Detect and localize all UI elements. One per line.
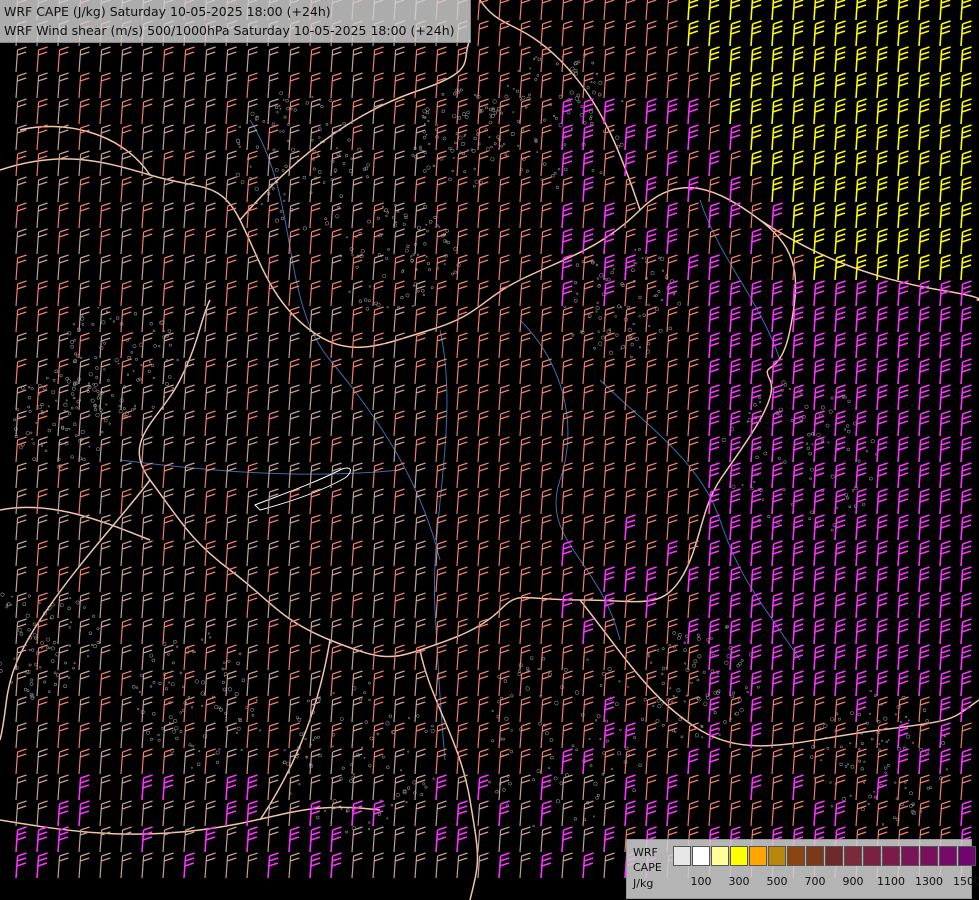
legend-tick-labels: 100 300 500 700 900 1100 1300 1500 [673, 875, 979, 889]
legend-tick-label: 300 [728, 875, 750, 888]
legend-swatch [901, 846, 919, 866]
legend-tick-label: 700 [804, 875, 826, 888]
legend-tick-label: 500 [766, 875, 788, 888]
legend-swatch [673, 846, 691, 866]
legend-swatch [825, 846, 843, 866]
legend-tick-label: 1300 [915, 875, 943, 888]
cape-title: WRF CAPE (J/kg) Saturday 10-05-2025 18:0… [4, 4, 331, 19]
cape-legend: WRF CAPE J/kg 100 300 500 700 900 1100 1300 150… [626, 839, 979, 899]
legend-swatch [692, 846, 710, 866]
legend-tick-label: 900 [842, 875, 864, 888]
legend-swatch [958, 846, 976, 866]
legend-model-label: WRF [633, 846, 658, 859]
legend-swatch [749, 846, 767, 866]
legend-swatch [730, 846, 748, 866]
legend-swatch [806, 846, 824, 866]
legend-swatch [844, 846, 862, 866]
legend-swatch [939, 846, 957, 866]
legend-tick-label: 1500 [953, 875, 979, 888]
legend-swatch [711, 846, 729, 866]
forecast-map [0, 0, 979, 900]
wind-shear-title: WRF Wind shear (m/s) 500/1000hPa Saturda… [4, 23, 455, 38]
legend-variable-label: CAPE [633, 861, 662, 874]
map-title-box: WRF CAPE (J/kg) Saturday 10-05-2025 18:0… [0, 0, 471, 43]
legend-swatch [787, 846, 805, 866]
legend-tick-label: 100 [690, 875, 712, 888]
legend-unit-label: J/kg [633, 877, 654, 890]
legend-swatch [920, 846, 938, 866]
legend-color-scale [673, 846, 977, 866]
legend-tick-label: 1100 [877, 875, 905, 888]
legend-swatch [863, 846, 881, 866]
legend-swatch [882, 846, 900, 866]
legend-swatch [768, 846, 786, 866]
